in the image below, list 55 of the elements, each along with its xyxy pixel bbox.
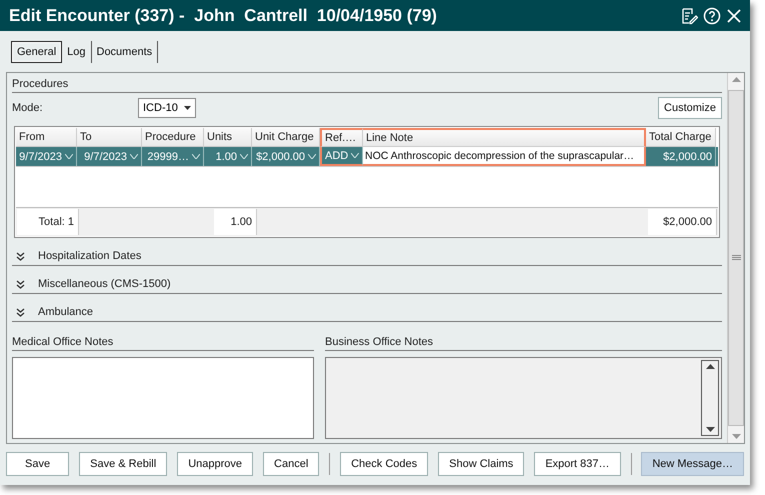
caret-icon [308,154,316,159]
table-cell[interactable]: 29999… [142,147,204,166]
grip-icon [732,255,740,261]
caret-icon [240,154,248,159]
window-title: Edit Encounter (337) - John Cantrell 10/04/1950 (79) [9,6,438,26]
table-cell[interactable]: NOC Anthroscopic decompression of the suprascapular… [363,147,646,166]
caret-icon [65,154,73,159]
total-units: 1.00 [214,209,257,235]
section-title[interactable]: Ambulance [38,306,94,318]
tab[interactable]: Documents [92,41,158,63]
tab[interactable]: Log [62,41,92,63]
chevron-down-icon[interactable] [16,252,25,260]
customize-button[interactable]: Customize [658,97,722,119]
edit-note-icon[interactable] [680,6,698,24]
column-header[interactable]: Line Note [363,128,646,147]
caret-icon [184,106,191,110]
action-button[interactable]: Check Codes [340,452,428,476]
action-button[interactable]: Unapprove [177,452,254,476]
column-header[interactable]: Units [204,128,252,147]
caret-icon [130,154,138,159]
action-button[interactable]: Export 837… [534,452,621,476]
caret-icon [351,153,359,158]
table-cell[interactable]: $2,000.00 [646,147,716,166]
chevron-down-icon[interactable] [16,308,25,316]
action-button[interactable]: Save & Rebill [79,452,168,476]
table-cell[interactable]: 9/7/2023 [16,147,77,166]
action-button[interactable]: Save [6,452,70,476]
action-button[interactable]: New Message… [641,452,744,476]
section-title[interactable]: Miscellaneous (CMS-1500) [38,278,171,290]
section-title: Procedures [12,78,68,90]
notes-label: Business Office Notes [325,336,434,348]
action-button[interactable]: Show Claims [438,452,524,476]
table-cell[interactable]: 9/7/2023 [77,147,142,166]
total-count: Total: 1 [17,209,79,235]
tab[interactable]: General [11,41,62,63]
column-header[interactable]: Total Charge [646,128,716,147]
column-header[interactable]: Unit Charge [252,128,320,147]
notes-field[interactable] [12,357,314,439]
table-cell[interactable]: 1.00 [204,147,252,166]
column-header[interactable]: Procedure [142,128,204,147]
chevron-down-icon[interactable] [16,280,25,288]
total-charge: $2,000.00 [648,209,717,235]
column-header[interactable]: From [16,128,77,147]
mode-label: Mode: [12,102,44,114]
caret-icon [192,154,200,159]
table-row[interactable]: 9/7/2023 9/7/2023 29999… 1.00 $2,000.00 ADD NOC Anthroscopic decompression of the suprascapular… $2,000.00 [16,147,718,166]
column-header[interactable]: To [77,128,142,147]
mode-dropdown[interactable]: ICD-10 [138,98,196,118]
help-icon[interactable] [703,6,721,24]
section-title[interactable]: Hospitalization Dates [38,250,142,262]
column-header[interactable]: Ref.… [320,128,363,147]
notes-label: Medical Office Notes [12,336,114,348]
action-button[interactable]: Cancel [263,452,320,476]
close-icon[interactable] [726,8,742,24]
table-cell[interactable]: $2,000.00 [252,147,320,166]
